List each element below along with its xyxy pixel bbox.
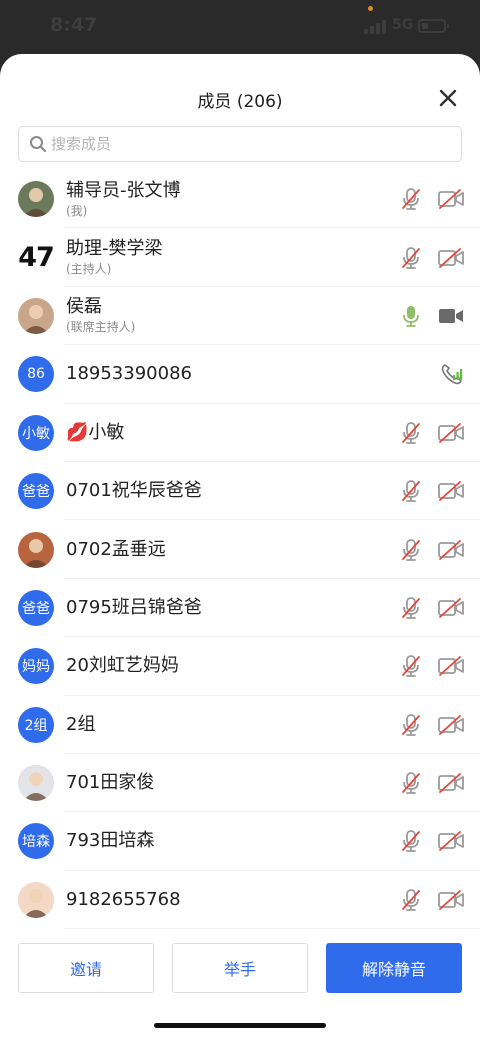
avatar: 2组 — [18, 706, 54, 743]
avatar: 47 — [18, 239, 54, 276]
avatar — [18, 765, 54, 802]
member-info: 0701祝华辰爸爸 — [66, 480, 202, 502]
avatar: 86 — [18, 356, 54, 393]
mic-muted-icon[interactable] — [400, 421, 422, 445]
camera-off-icon[interactable] — [438, 597, 464, 619]
member-row[interactable]: 爸爸 0701祝华辰爸爸 — [0, 462, 480, 521]
member-row[interactable]: 小敏 💋小敏 — [0, 404, 480, 463]
camera-off-icon[interactable] — [438, 655, 464, 677]
mic-muted-icon[interactable] — [400, 479, 422, 503]
member-info: 💋小敏 — [66, 422, 124, 444]
member-name: 9182655768 — [66, 888, 181, 910]
member-row[interactable]: 爸爸 0795班吕锦爸爸 — [0, 579, 480, 638]
member-name: 701田家俊 — [66, 772, 155, 794]
status-time: 8:47 — [50, 14, 98, 36]
home-indicator — [154, 1023, 326, 1028]
search-bar[interactable] — [18, 126, 462, 162]
camera-off-icon[interactable] — [438, 889, 464, 911]
network-type: 5G — [392, 17, 414, 33]
member-name: 侯磊 — [66, 296, 102, 318]
avatar: 爸爸 — [18, 473, 54, 510]
mic-muted-icon[interactable] — [400, 888, 422, 912]
member-info: 侯磊 (联席主持人) — [66, 296, 135, 335]
avatar — [18, 881, 54, 918]
battery-icon — [418, 19, 449, 33]
member-row[interactable]: 47 助理-樊学梁 (主持人) — [0, 228, 480, 288]
search-input[interactable] — [51, 135, 431, 153]
member-row[interactable]: 0702孟垂远 — [0, 520, 480, 580]
member-info: 助理-樊学梁 (主持人) — [66, 238, 163, 277]
member-row[interactable]: 86 18953390086 — [0, 345, 480, 404]
member-name: 793田培森 — [66, 830, 155, 852]
member-name: 0795班吕锦爸爸 — [66, 596, 202, 618]
member-info: 18953390086 — [66, 363, 192, 385]
mic-muted-icon[interactable] — [400, 771, 422, 795]
avatar: 小敏 — [18, 414, 54, 451]
member-role: (我) — [66, 203, 88, 218]
mic-muted-icon[interactable] — [400, 713, 422, 737]
member-name: 0701祝华辰爸爸 — [66, 480, 202, 502]
member-info: 辅导员-张文博 (我) — [66, 180, 181, 219]
status-bar: 8:47 5G — [0, 0, 480, 52]
member-info: 0795班吕锦爸爸 — [66, 597, 202, 619]
search-icon — [30, 136, 47, 153]
mic-icon[interactable] — [400, 304, 422, 328]
mic-muted-icon[interactable] — [400, 596, 422, 620]
avatar — [18, 531, 54, 568]
footer-actions: 邀请 举手 解除静音 — [18, 943, 462, 993]
signal-icon — [364, 20, 386, 34]
page-title: 成员 (206) — [197, 92, 283, 112]
member-info: 0702孟垂远 — [66, 539, 166, 561]
mic-muted-icon[interactable] — [400, 654, 422, 678]
privacy-indicator-dot — [368, 6, 373, 11]
avatar — [18, 297, 54, 334]
unmute-button[interactable]: 解除静音 — [326, 943, 462, 993]
member-role: (主持人) — [66, 262, 112, 277]
member-info: 793田培森 — [66, 830, 154, 852]
camera-off-icon[interactable] — [438, 422, 464, 444]
member-row[interactable]: 辅导员-张文博 (我) — [0, 170, 480, 229]
member-info: 20刘虹艺妈妈 — [66, 655, 179, 677]
mic-muted-icon[interactable] — [400, 538, 422, 562]
member-row[interactable]: 侯磊 (联席主持人) — [0, 287, 480, 346]
member-row[interactable]: 701田家俊 — [0, 754, 480, 813]
invite-button[interactable]: 邀请 — [18, 943, 154, 993]
avatar: 妈妈 — [18, 648, 54, 685]
member-row[interactable]: 9182655768 — [0, 871, 480, 930]
member-name: 💋小敏 — [66, 421, 125, 443]
member-row[interactable]: 2组 2组 — [0, 696, 480, 755]
camera-off-icon[interactable] — [438, 714, 464, 736]
avatar: 培森 — [18, 823, 54, 860]
camera-off-icon[interactable] — [438, 772, 464, 794]
camera-off-icon[interactable] — [438, 480, 464, 502]
member-name: 辅导员-张文博 — [66, 179, 181, 201]
phone-audio-icon[interactable] — [440, 362, 464, 386]
mic-muted-icon[interactable] — [400, 187, 422, 211]
camera-off-icon[interactable] — [438, 539, 464, 561]
avatar — [18, 181, 54, 218]
member-role: (联席主持人) — [66, 320, 136, 335]
member-list: 辅导员-张文博 (我) 47 助理-樊学梁 (主持人) 侯磊 (联席主持人) 86 189533… — [0, 170, 480, 930]
camera-off-icon[interactable] — [438, 830, 464, 852]
member-name: 2组 — [66, 713, 96, 735]
member-name: 20刘虹艺妈妈 — [66, 655, 179, 677]
camera-icon[interactable] — [438, 305, 464, 327]
member-row[interactable]: 培森 793田培森 — [0, 812, 480, 872]
camera-off-icon[interactable] — [438, 188, 464, 210]
raise-hand-button[interactable]: 举手 — [172, 943, 308, 993]
camera-off-icon[interactable] — [438, 247, 464, 269]
member-name: 18953390086 — [66, 363, 192, 385]
mic-muted-icon[interactable] — [400, 246, 422, 270]
member-name: 0702孟垂远 — [66, 538, 166, 560]
member-name: 助理-樊学梁 — [66, 238, 163, 260]
avatar: 爸爸 — [18, 589, 54, 626]
member-info: 9182655768 — [66, 889, 181, 911]
close-icon[interactable] — [436, 86, 460, 110]
members-sheet: 成员 (206) 辅导员-张文博 (我) 47 助理-樊学梁 (主持人) 侯磊 (联席主持人… — [0, 54, 480, 1039]
member-info: 701田家俊 — [66, 772, 154, 794]
mic-muted-icon[interactable] — [400, 829, 422, 853]
member-row[interactable]: 妈妈 20刘虹艺妈妈 — [0, 637, 480, 696]
member-info: 2组 — [66, 714, 95, 736]
